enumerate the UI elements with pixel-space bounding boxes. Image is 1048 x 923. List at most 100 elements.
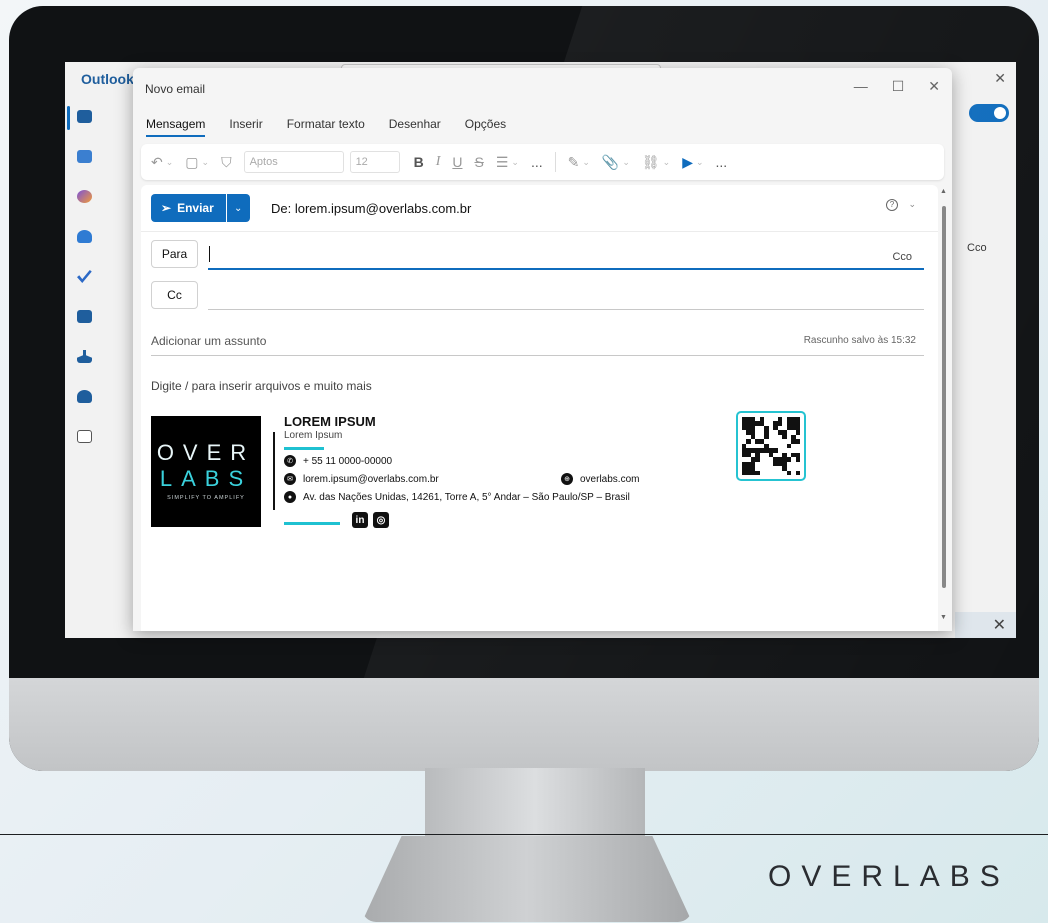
signature-logo: OVER LABS SIMPLIFY TO AMPLIFY — [151, 416, 261, 527]
scroll-down-icon[interactable]: ▼ — [940, 614, 947, 621]
logo-line-1: OVER — [156, 440, 256, 465]
italic-icon[interactable]: I — [436, 154, 441, 170]
from-field[interactable]: De: lorem.ipsum@overlabs.com.br — [271, 201, 471, 216]
onedrive-icon[interactable] — [77, 390, 92, 403]
bcc-link[interactable]: Cco — [892, 251, 912, 263]
bold-icon[interactable]: B — [414, 154, 424, 170]
globe-icon: ⊕ — [561, 473, 573, 485]
body-placeholder[interactable]: Digite / para inserir arquivos e muito m… — [151, 379, 372, 393]
tab-formatar-texto[interactable]: Formatar texto — [287, 117, 365, 137]
signature-email[interactable]: lorem.ipsum@overlabs.com.br — [303, 474, 439, 485]
subject-input[interactable]: Adicionar um assunto — [151, 334, 266, 348]
to-input[interactable] — [208, 268, 924, 270]
phone-icon: ✆ — [284, 455, 296, 467]
location-icon: ● — [284, 491, 296, 503]
editor-icon[interactable]: ✎ ⌄ — [568, 154, 590, 171]
chevron-down-icon[interactable]: ⌄ — [908, 199, 916, 210]
tab-inserir[interactable]: Inserir — [229, 117, 262, 137]
maximize-icon[interactable]: ☐ — [892, 78, 905, 95]
accent-line — [284, 522, 340, 525]
signature-phone-row: ✆ + 55 11 0000-00000 — [284, 455, 392, 467]
message-body: ➢ Enviar ⌄ De: lorem.ipsum@overlabs.com.… — [141, 185, 938, 631]
app-rail — [65, 94, 109, 638]
signature-website-row: ⊕ overlabs.com — [561, 473, 639, 485]
more-icon[interactable]: ... — [531, 154, 543, 170]
paste-icon[interactable]: ▢ ⌄ — [185, 154, 209, 171]
format-painter-icon[interactable]: ⛉ — [221, 154, 232, 171]
linkedin-icon[interactable]: in — [352, 512, 368, 528]
attach-icon[interactable]: 📎 ⌄ — [602, 154, 630, 171]
signature-email-row: ✉ lorem.ipsum@overlabs.com.br — [284, 473, 439, 485]
bottom-bar — [955, 612, 1016, 638]
draft-status: Rascunho salvo às 15:32 — [803, 335, 916, 346]
scroll-thumb[interactable] — [942, 206, 946, 588]
signature-divider — [273, 432, 275, 510]
qr-pattern — [742, 417, 800, 475]
accent-line — [284, 447, 324, 450]
undo-icon[interactable]: ↶ ⌄ — [151, 154, 173, 171]
toggle-switch[interactable] — [969, 104, 1009, 122]
minimize-icon[interactable]: — — [854, 78, 868, 95]
ribbon-tabs: Mensagem Inserir Formatar texto Desenhar… — [146, 117, 530, 137]
subject-underline — [151, 355, 924, 356]
email-icon: ✉ — [284, 473, 296, 485]
signature-address: Av. das Nações Unidas, 14261, Torre A, 5… — [303, 491, 630, 503]
send-options-chevron-icon[interactable]: ⌄ — [226, 194, 250, 222]
onenote-icon[interactable] — [77, 310, 92, 323]
mail-icon[interactable] — [77, 110, 92, 123]
todo-icon[interactable] — [77, 270, 92, 283]
divider — [141, 231, 938, 232]
paragraph-icon[interactable]: ☰ ⌄ — [496, 154, 519, 171]
close-icon[interactable]: ✕ — [994, 70, 1006, 87]
scroll-up-icon[interactable]: ▲ — [940, 188, 947, 195]
underline-icon[interactable]: U — [452, 154, 462, 170]
cc-input[interactable] — [208, 309, 924, 310]
tab-desenhar[interactable]: Desenhar — [389, 117, 441, 137]
desk-line — [0, 834, 1048, 835]
text-cursor — [209, 246, 210, 262]
signature-icon[interactable]: ▶ ⌄ — [682, 154, 703, 171]
send-label: Enviar — [177, 201, 214, 215]
font-size-select[interactable]: 12 — [349, 151, 400, 173]
font-name-select[interactable]: Aptos — [243, 151, 344, 173]
tab-opcoes[interactable]: Opções — [465, 117, 506, 137]
window-controls: — ☐ ✕ — [854, 78, 940, 95]
send-button[interactable]: ➢ Enviar — [151, 194, 226, 222]
qr-code — [736, 411, 806, 481]
app-title: Outlook — [81, 71, 134, 87]
instagram-icon[interactable]: ◎ — [373, 512, 389, 528]
logo-tagline: SIMPLIFY TO AMPLIFY — [167, 495, 245, 501]
send-icon: ➢ — [161, 201, 172, 215]
compose-window: Novo email — ☐ ✕ Mensagem Inserir Format… — [133, 68, 952, 631]
org-icon[interactable] — [77, 350, 92, 363]
monitor-stand — [425, 768, 645, 838]
monitor-base — [362, 836, 692, 922]
background-cco-label: Cco — [967, 242, 987, 254]
apps-icon[interactable] — [77, 430, 92, 443]
people-icon[interactable] — [77, 230, 92, 243]
link-icon[interactable]: ⛓ ⌄ — [642, 154, 670, 171]
more-icon[interactable]: ... — [716, 154, 728, 170]
signature-website[interactable]: overlabs.com — [580, 474, 639, 485]
monitor-chin — [9, 678, 1039, 771]
signature-name: LOREM IPSUM — [284, 414, 376, 429]
strikethrough-icon[interactable]: S — [474, 154, 483, 170]
close-icon[interactable]: ✕ — [993, 615, 1006, 635]
brand-logo: OVERLABS — [768, 860, 1010, 893]
copilot-icon[interactable] — [77, 190, 92, 203]
window-title: Novo email — [145, 82, 206, 96]
signature-phone: + 55 11 0000-00000 — [303, 455, 393, 467]
help-icon[interactable]: ? — [886, 199, 898, 211]
signature-role: Lorem Ipsum — [284, 430, 343, 441]
logo-line-2: LABS — [159, 466, 253, 491]
cc-button[interactable]: Cc — [151, 281, 198, 309]
ribbon-toolbar: ↶ ⌄ ▢ ⌄ ⛉ Aptos 12 B I U S ☰ ⌄ ... ✎ ⌄ 📎 ⌄ ⛓ ⌄… — [141, 144, 944, 180]
tab-mensagem[interactable]: Mensagem — [146, 117, 206, 137]
close-icon[interactable]: ✕ — [928, 78, 940, 95]
to-button[interactable]: Para — [151, 240, 198, 268]
scrollbar[interactable]: ▲ ▼ — [940, 186, 948, 631]
calendar-icon[interactable] — [77, 150, 92, 163]
signature-address-row: ● Av. das Nações Unidas, 14261, Torre A,… — [284, 491, 630, 503]
rail-active-indicator — [67, 106, 70, 130]
send-group: ➢ Enviar ⌄ — [151, 194, 250, 222]
